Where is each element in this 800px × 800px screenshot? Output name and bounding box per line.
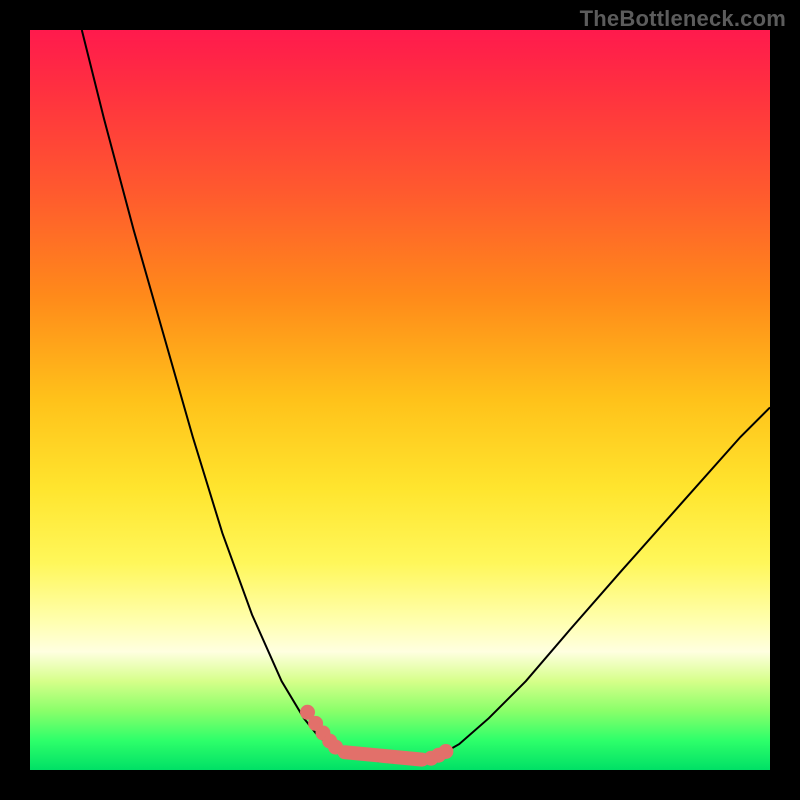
- data-marker: [329, 740, 343, 754]
- valley-floor-marker: [345, 752, 423, 759]
- chart-frame: TheBottleneck.com: [0, 0, 800, 800]
- plot-area: [30, 30, 770, 770]
- curve-right-branch: [437, 407, 770, 756]
- curve-left-branch: [82, 30, 363, 758]
- curve-layer: [30, 30, 770, 770]
- data-marker: [439, 745, 453, 759]
- watermark-text: TheBottleneck.com: [580, 6, 786, 32]
